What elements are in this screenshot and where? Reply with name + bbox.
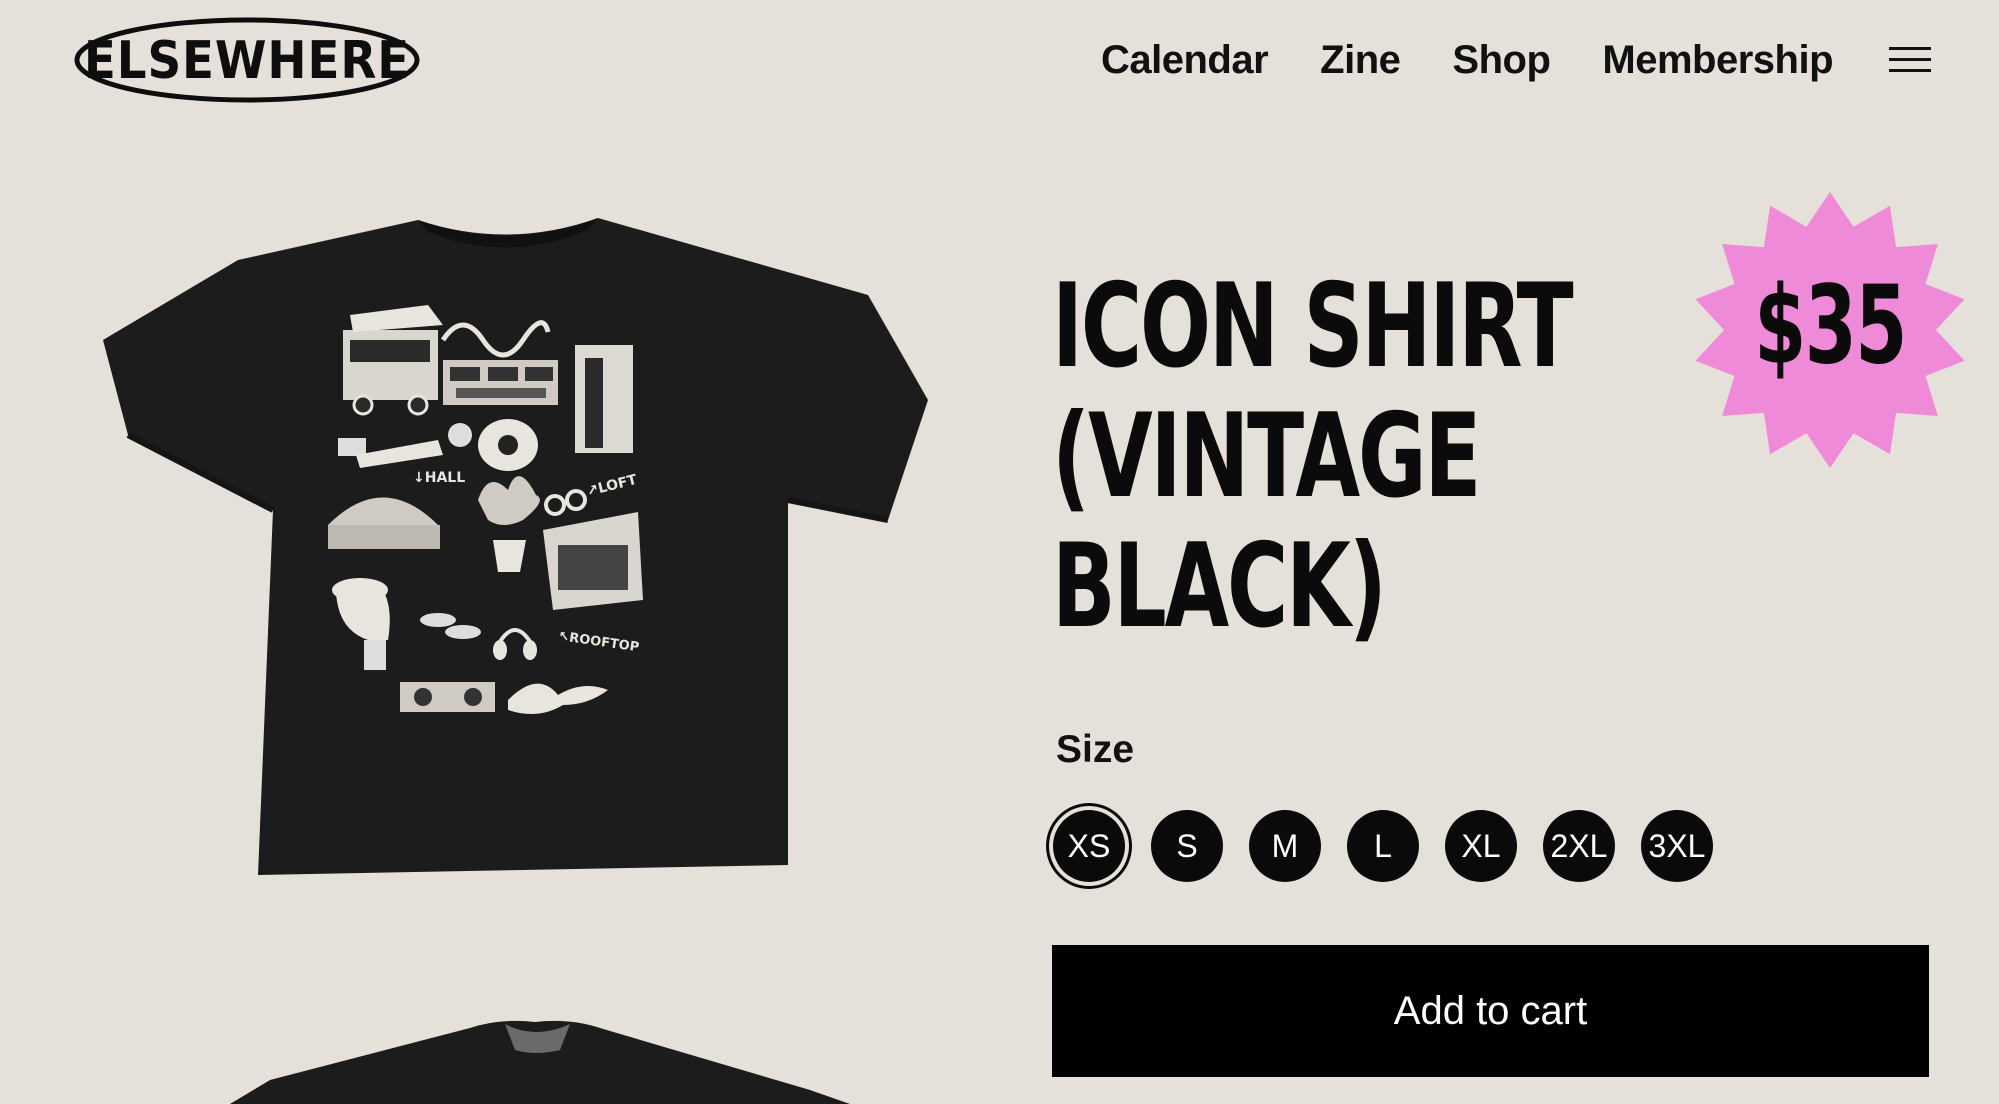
size-option-xs[interactable]: XS [1053, 810, 1125, 882]
price-badge: $35 [1695, 192, 1965, 468]
elsewhere-logo[interactable]: ELSEWHERE [70, 14, 424, 106]
size-label: Size [1056, 728, 1135, 771]
product-title: ICON SHIRT (VINTAGE BLACK) [1052, 259, 1574, 654]
nav-link-shop[interactable]: Shop [1452, 38, 1550, 83]
hamburger-menu-icon[interactable] [1889, 45, 1931, 75]
product-title-line-2: (VINTAGE [1052, 389, 1481, 524]
size-option-2xl[interactable]: 2XL [1543, 810, 1615, 882]
add-to-cart-button[interactable]: Add to cart [1052, 945, 1929, 1077]
price-text: $35 [1754, 263, 1906, 388]
size-selector: XS S M L XL 2XL 3XL [1053, 810, 1739, 882]
product-image-shirt-front[interactable] [230, 1010, 850, 1104]
product-title-line-1: ICON SHIRT [1052, 259, 1574, 394]
size-option-xl[interactable]: XL [1445, 810, 1517, 882]
nav-link-membership[interactable]: Membership [1602, 38, 1833, 83]
nav-link-calendar[interactable]: Calendar [1101, 38, 1269, 83]
logo-text: ELSEWHERE [84, 30, 410, 91]
product-image-shirt-back[interactable]: ↓HALL ↗LOFT ↖ROOFTOP [88, 200, 933, 890]
size-option-m[interactable]: M [1249, 810, 1321, 882]
product-title-line-3: BLACK) [1052, 519, 1387, 654]
graphic-label-hall: ↓HALL [413, 470, 465, 486]
logo-mark: ELSEWHERE [74, 17, 420, 103]
size-option-3xl[interactable]: 3XL [1641, 810, 1713, 882]
size-option-s[interactable]: S [1151, 810, 1223, 882]
main-nav: Calendar Zine Shop Membership [1101, 34, 1999, 86]
size-option-l[interactable]: L [1347, 810, 1419, 882]
nav-link-zine[interactable]: Zine [1320, 38, 1401, 83]
